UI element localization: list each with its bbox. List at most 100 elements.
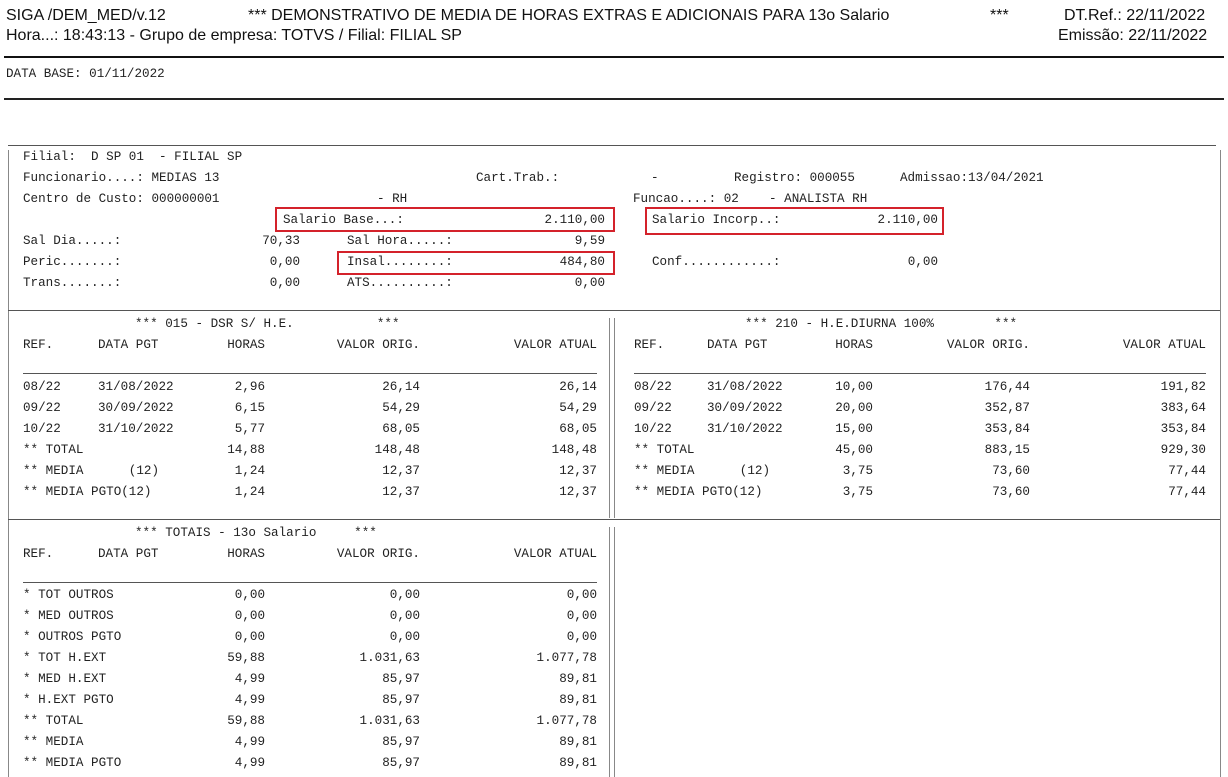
row-valor-orig: 148,48: [374, 443, 420, 457]
row-ref: * TOT OUTROS: [23, 588, 114, 602]
row-horas: 4,99: [234, 756, 265, 770]
col-horas-210: HORAS: [835, 338, 873, 352]
row-valor-atual: 148,48: [551, 443, 597, 457]
row-ref: 08/22: [23, 380, 61, 394]
row-valor-orig: 176,44: [984, 380, 1030, 394]
row-valor-orig: 85,97: [382, 735, 420, 749]
row-ref: 10/22: [634, 422, 672, 436]
row-valor-atual: 77,44: [1168, 464, 1206, 478]
row-data-pgt: 31/08/2022: [707, 380, 783, 394]
row-valor-orig: 26,14: [382, 380, 420, 394]
salario-base-label: Salario Base...:: [283, 213, 404, 227]
header-line2: Hora...: 18:43:13 - Grupo de empresa: TO…: [6, 27, 462, 44]
conf-value: 0,00: [907, 255, 938, 269]
col-valor-orig-210: VALOR ORIG.: [946, 338, 1030, 352]
row-horas: 1,24: [234, 464, 265, 478]
insal-value: 484,80: [559, 255, 605, 269]
row-valor-orig: 73,60: [992, 485, 1030, 499]
row-horas: 59,88: [227, 714, 265, 728]
salario-incorp-label: Salario Incorp..:: [652, 213, 781, 227]
row-valor-atual: 12,37: [559, 485, 597, 499]
row-ref: 09/22: [23, 401, 61, 415]
registro: Registro: 000055: [734, 171, 855, 185]
row-valor-atual: 353,84: [1160, 422, 1206, 436]
header-divider: [4, 56, 1224, 58]
col-valor-orig: VALOR ORIG.: [336, 338, 420, 352]
row-valor-orig: 85,97: [382, 672, 420, 686]
conf-label: Conf............:: [652, 255, 781, 269]
row-ref: ** MEDIA PGTO(12): [634, 485, 763, 499]
funcao: Funcao....: 02 - ANALISTA RH: [633, 192, 868, 206]
row-horas: 4,99: [234, 672, 265, 686]
row-valor-atual: 77,44: [1168, 485, 1206, 499]
row-ref: ** TOTAL: [23, 714, 84, 728]
row-valor-atual: 0,00: [566, 630, 597, 644]
section-separator-a: [609, 318, 610, 518]
col-valor-orig-tot: VALOR ORIG.: [336, 547, 420, 561]
section-210-header-line: [634, 373, 1206, 374]
row-valor-atual: 0,00: [566, 609, 597, 623]
row-valor-orig: 68,05: [382, 422, 420, 436]
frame-top: [8, 145, 1216, 146]
row-ref: ** MEDIA PGTO: [23, 756, 122, 770]
sal-hora-label: Sal Hora.....:: [347, 234, 453, 248]
row-valor-orig: 883,15: [984, 443, 1030, 457]
employee-divider: [8, 310, 1220, 311]
col-valor-atual: VALOR ATUAL: [513, 338, 597, 352]
row-horas: 14,88: [227, 443, 265, 457]
row-horas: 3,75: [842, 464, 873, 478]
admissao: Admissao:13/04/2021: [900, 171, 1044, 185]
row-data-pgt: 31/10/2022: [707, 422, 783, 436]
row-horas: 1,24: [234, 485, 265, 499]
section-210-title: *** 210 - H.E.DIURNA 100% ***: [745, 317, 1018, 331]
row-valor-orig: 1.031,63: [359, 714, 420, 728]
row-valor-orig: 12,37: [382, 485, 420, 499]
row-data-pgt: 30/09/2022: [98, 401, 174, 415]
emissao-date: Emissão: 22/11/2022: [1058, 27, 1208, 44]
trans-label: Trans.......:: [23, 276, 122, 290]
salario-incorp-value: 2.110,00: [877, 213, 938, 227]
dt-ref: DT.Ref.: 22/11/2022: [1064, 7, 1206, 24]
col-valor-atual-210: VALOR ATUAL: [1122, 338, 1206, 352]
row-valor-orig: 0,00: [389, 588, 420, 602]
col-ref-210: REF.: [634, 338, 665, 352]
row-horas: 20,00: [835, 401, 873, 415]
row-ref: * H.EXT PGTO: [23, 693, 114, 707]
section-totais-title: *** TOTAIS - 13o Salario ***: [135, 526, 377, 540]
row-valor-orig: 85,97: [382, 693, 420, 707]
row-horas: 2,96: [234, 380, 265, 394]
row-valor-atual: 1.077,78: [536, 651, 597, 665]
row-ref: * TOT H.EXT: [23, 651, 107, 665]
row-ref: * MED H.EXT: [23, 672, 107, 686]
row-valor-atual: 89,81: [559, 672, 597, 686]
row-valor-atual: 12,37: [559, 464, 597, 478]
row-ref: ** TOTAL: [634, 443, 695, 457]
row-horas: 0,00: [234, 630, 265, 644]
report-title-stars: ***: [990, 7, 1009, 24]
insal-label: Insal........:: [347, 255, 453, 269]
row-ref: * OUTROS PGTO: [23, 630, 122, 644]
cart-trab-dash: -: [651, 171, 659, 185]
row-valor-atual: 383,64: [1160, 401, 1206, 415]
data-base: DATA BASE: 01/11/2022: [6, 67, 165, 81]
row-valor-atual: 89,81: [559, 693, 597, 707]
row-ref: 10/22: [23, 422, 61, 436]
trans-value: 0,00: [269, 276, 300, 290]
row-valor-atual: 191,82: [1160, 380, 1206, 394]
col-horas-tot: HORAS: [227, 547, 265, 561]
data-base-divider: [4, 98, 1224, 100]
row-valor-atual: 26,14: [559, 380, 597, 394]
section-015-title: *** 015 - DSR S/ H.E. ***: [135, 317, 400, 331]
row-horas: 5,77: [234, 422, 265, 436]
row-data-pgt: 31/10/2022: [98, 422, 174, 436]
centro-custo-desc: - RH: [377, 192, 408, 206]
row-valor-atual: 68,05: [559, 422, 597, 436]
program-version: SIGA /DEM_MED/v.12: [6, 7, 166, 24]
frame-left: [8, 150, 9, 777]
row-horas: 0,00: [234, 609, 265, 623]
row-ref: 09/22: [634, 401, 672, 415]
row-data-pgt: 30/09/2022: [707, 401, 783, 415]
filial-line: Filial: D SP 01 - FILIAL SP: [23, 150, 243, 164]
section-totais-header-line: [23, 582, 597, 583]
row-horas: 45,00: [835, 443, 873, 457]
